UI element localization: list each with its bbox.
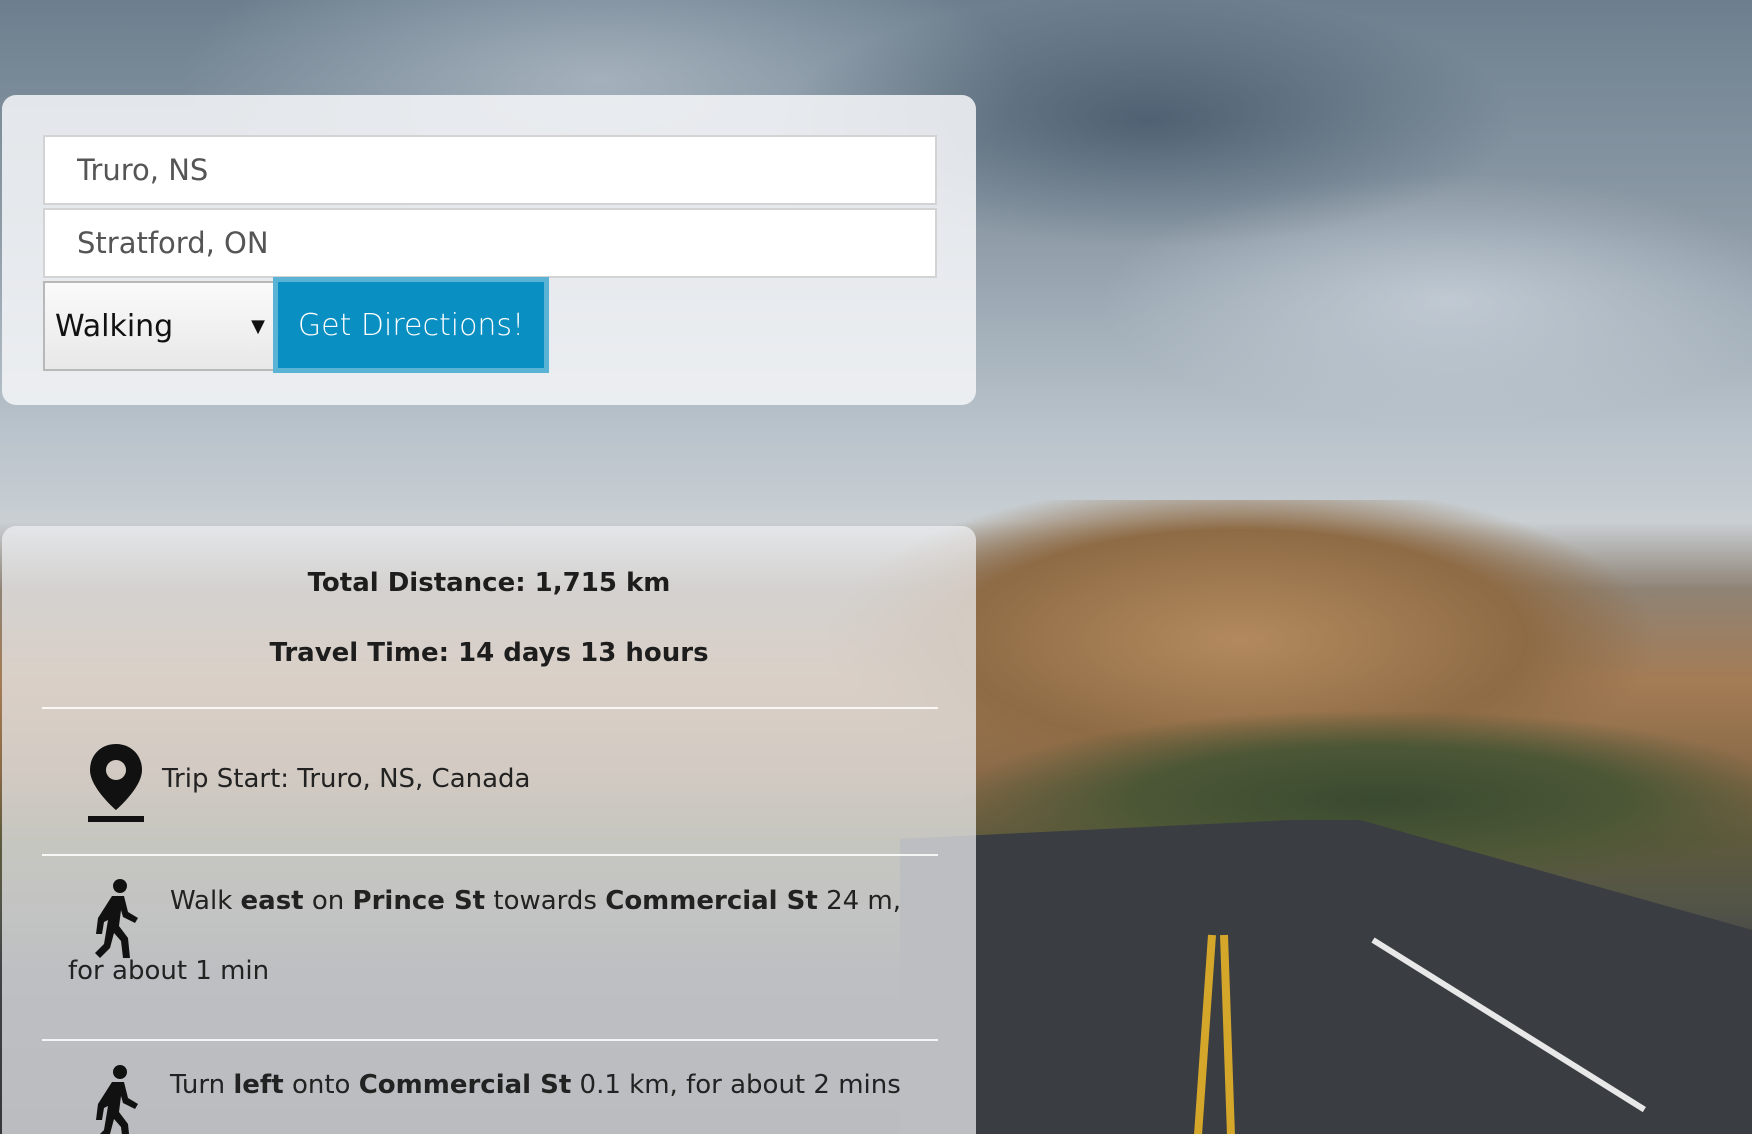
map-pin-icon bbox=[88, 744, 144, 822]
get-directions-button[interactable]: Get Directions! bbox=[273, 277, 549, 373]
divider bbox=[42, 707, 938, 709]
directions-results-panel: Total Distance: 1,715 km Travel Time: 14… bbox=[2, 526, 976, 1134]
origin-input[interactable] bbox=[43, 135, 937, 205]
travel-mode-select[interactable]: Walking ▼ bbox=[43, 281, 275, 371]
divider bbox=[42, 1039, 938, 1041]
search-panel: Walking ▼ Get Directions! bbox=[2, 95, 976, 405]
dropdown-arrow-icon: ▼ bbox=[251, 315, 265, 337]
travel-mode-selected: Walking bbox=[55, 308, 174, 344]
walking-person-icon bbox=[96, 1065, 138, 1134]
divider bbox=[42, 854, 938, 856]
step-text: Trip Start: Truro, NS, Canada bbox=[162, 764, 531, 794]
step-text: Turn left onto Commercial St 0.1 km, for… bbox=[170, 1070, 901, 1100]
total-distance: Total Distance: 1,715 km bbox=[307, 568, 671, 598]
app-window: Walking ▼ Get Directions! Total Distance… bbox=[0, 0, 1752, 1134]
destination-input[interactable] bbox=[43, 208, 937, 278]
step-text: Walk east on Prince St towards Commercia… bbox=[68, 886, 902, 986]
travel-time: Travel Time: 14 days 13 hours bbox=[269, 638, 709, 668]
